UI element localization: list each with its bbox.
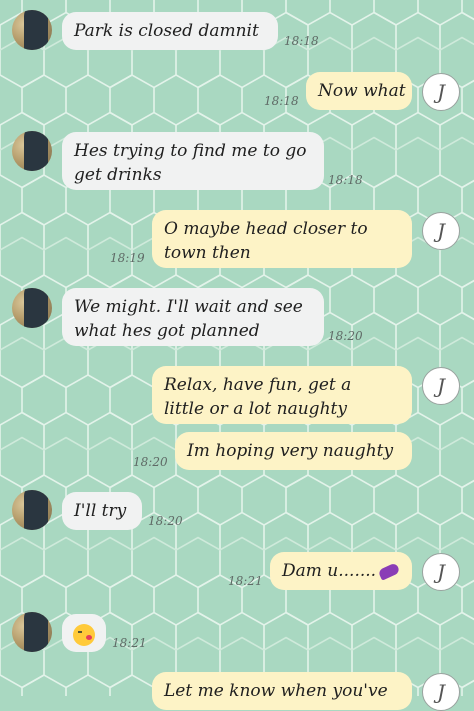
message-text: Now what (318, 81, 406, 101)
message-text-line: We might. I'll wait and see (74, 297, 303, 317)
contact-avatar[interactable] (12, 10, 52, 50)
contact-avatar[interactable] (12, 490, 52, 530)
message-timestamp: 18:18 (264, 94, 299, 108)
letter-j-avatar-icon[interactable]: J (422, 367, 460, 405)
message-text: Park is closed damnit (74, 21, 259, 41)
message-timestamp: 18:18 (284, 34, 319, 48)
contact-avatar[interactable] (12, 612, 52, 652)
message-text: Let me know when you've (164, 681, 388, 701)
message-text-line: Relax, have fun, get a (164, 375, 352, 395)
message-text-line: Hes trying to find me to go (74, 141, 307, 161)
message-bubble[interactable]: Let me know when you've (152, 672, 412, 710)
message-timestamp: 18:21 (112, 636, 147, 650)
letter-j-avatar-icon[interactable]: J (422, 73, 460, 111)
message-text-line: O maybe head closer to (164, 219, 368, 239)
message-text-line: town then (164, 243, 251, 263)
message-bubble[interactable]: Im hoping very naughty (175, 432, 412, 470)
message-timestamp: 18:20 (133, 455, 168, 469)
message-text-line: get drinks (74, 165, 162, 185)
chat-thread[interactable]: Park is closed damnit 18:18 18:18 Now wh… (0, 0, 474, 711)
message-bubble[interactable]: Now what (306, 72, 412, 110)
message-bubble[interactable]: We might. I'll wait and see what hes got… (62, 288, 324, 346)
message-text: Dam u....... (282, 561, 377, 581)
message-bubble[interactable]: Hes trying to find me to go get drinks (62, 132, 324, 190)
message-bubble[interactable]: O maybe head closer to town then (152, 210, 412, 268)
message-bubble[interactable]: I'll try (62, 492, 142, 530)
contact-avatar[interactable] (12, 288, 52, 328)
message-text: Im hoping very naughty (187, 441, 394, 461)
letter-j-avatar-icon[interactable]: J (422, 553, 460, 591)
message-bubble[interactable]: Dam u....... (270, 552, 412, 590)
message-timestamp: 18:20 (148, 514, 183, 528)
letter-j-avatar-icon[interactable]: J (422, 212, 460, 250)
message-bubble[interactable]: Park is closed damnit (62, 12, 278, 50)
message-text-line: what hes got planned (74, 321, 260, 341)
message-bubble[interactable]: Relax, have fun, get a little or a lot n… (152, 366, 412, 424)
face-blowing-kiss-emoji-icon (73, 623, 95, 646)
message-timestamp: 18:18 (328, 173, 363, 187)
message-text: I'll try (74, 501, 127, 521)
message-timestamp: 18:21 (228, 574, 263, 588)
message-bubble[interactable] (62, 614, 106, 652)
message-text-line: little or a lot naughty (164, 399, 347, 419)
message-timestamp: 18:19 (110, 251, 145, 265)
eggplant-emoji-icon (377, 562, 401, 581)
contact-avatar[interactable] (12, 131, 52, 171)
message-timestamp: 18:20 (328, 329, 363, 343)
letter-j-avatar-icon[interactable]: J (422, 673, 460, 711)
